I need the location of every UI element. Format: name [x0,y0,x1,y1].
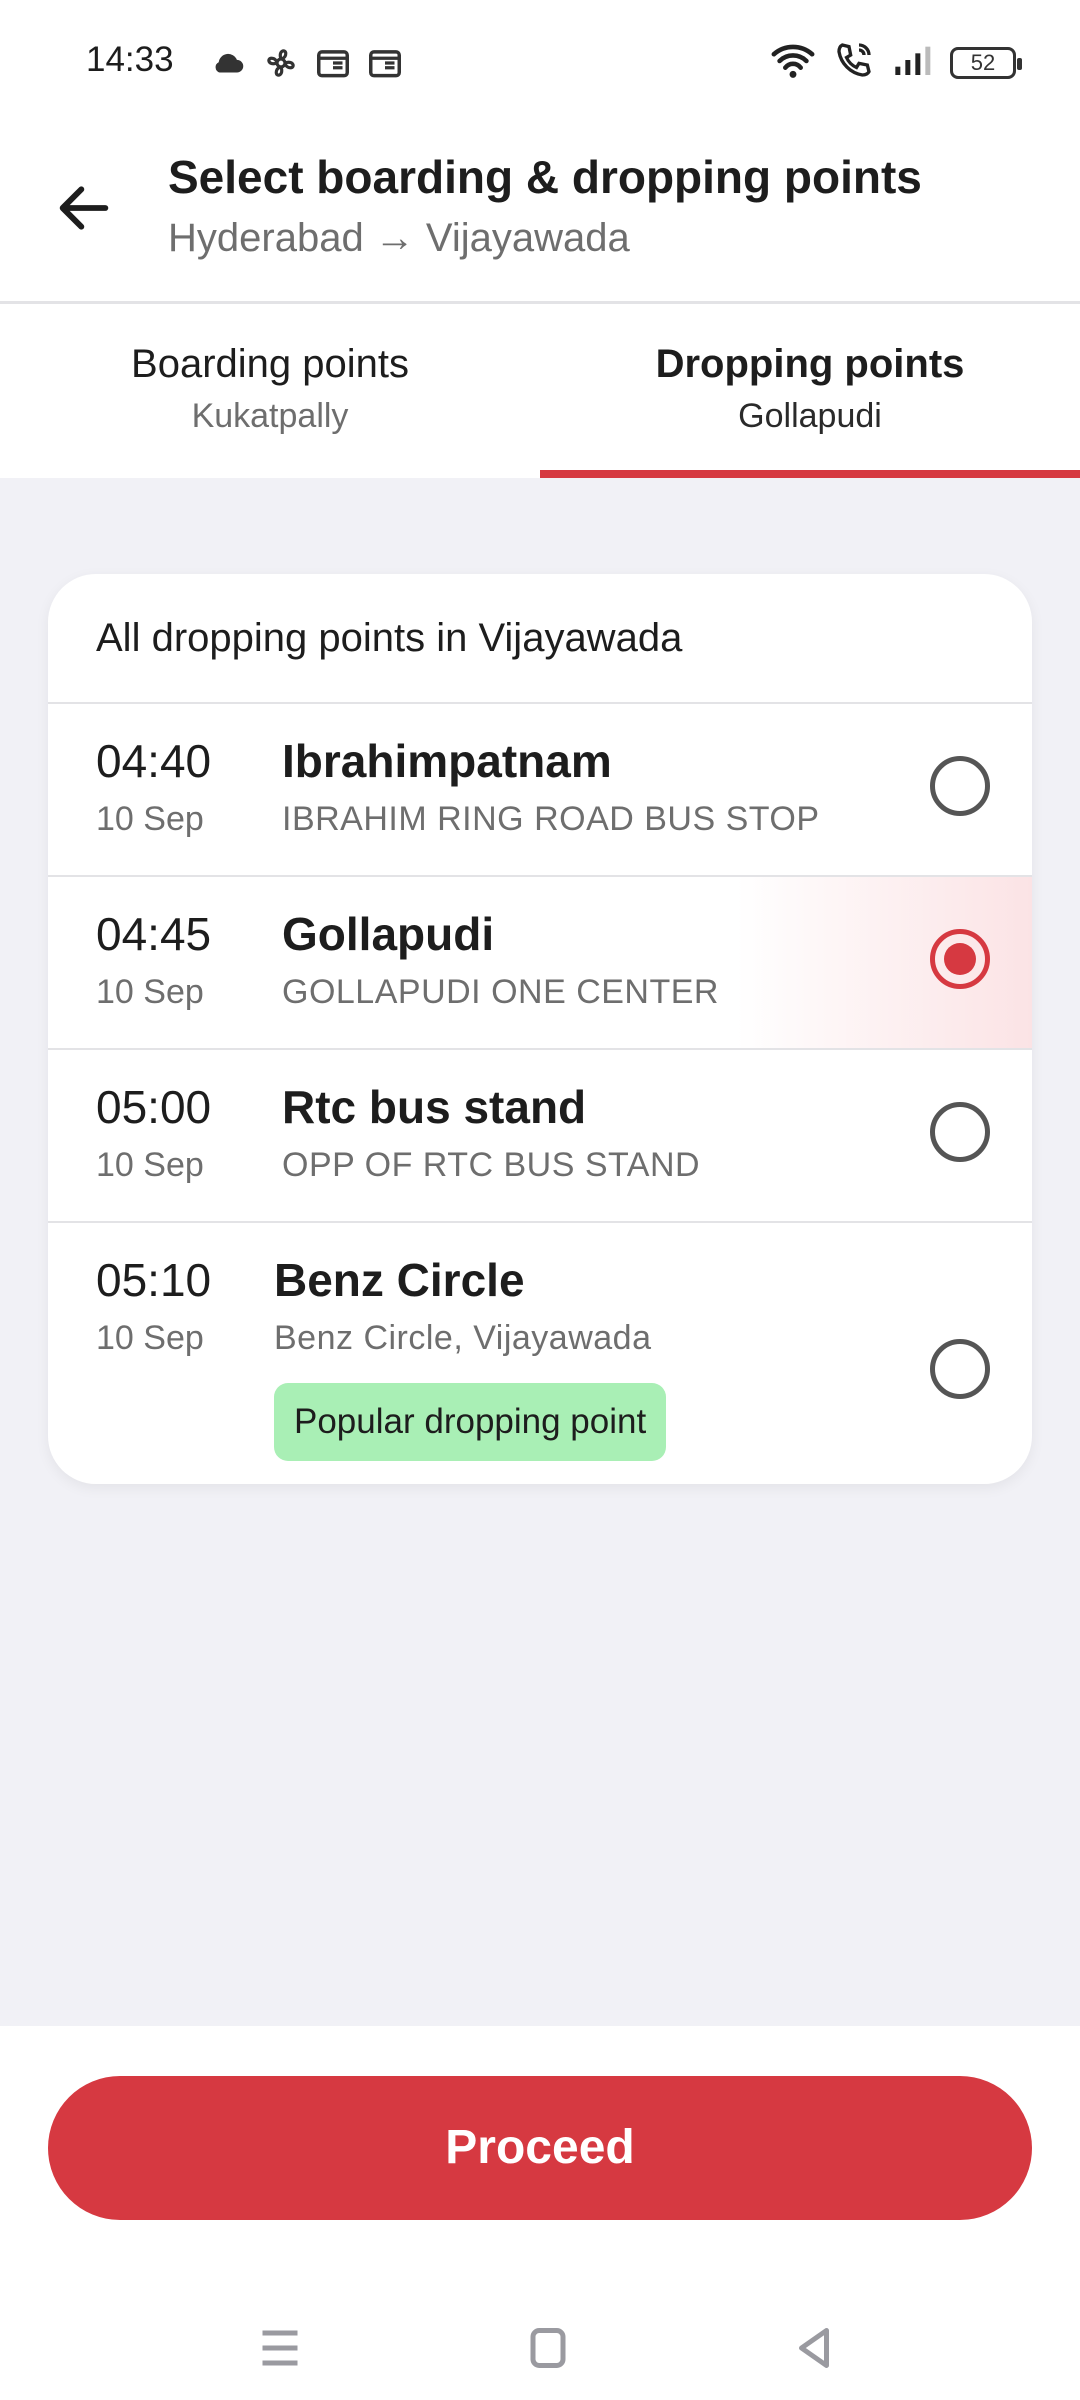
back-triangle-icon[interactable] [784,2320,844,2376]
tab-bar: Boarding points Kukatpally Dropping poin… [0,304,1080,478]
point-name: Ibrahimpatnam [282,735,612,787]
route-subtitle: Hyderabad → Vijayawada [168,216,630,260]
radio-button-selected[interactable] [930,929,990,989]
tab-label: Dropping points [655,342,965,386]
point-time: 04:45 [96,908,212,960]
tab-selected-point: Gollapudi [738,397,882,435]
dropping-point-row[interactable]: 04:45 10 Sep Gollapudi GOLLAPUDI ONE CEN… [48,877,1032,1050]
point-date: 10 Sep [96,1319,204,1357]
status-time: 14:33 [86,40,174,79]
point-address: IBRAHIM RING ROAD BUS STOP [282,800,820,838]
menu-icon[interactable] [250,2320,310,2376]
cloud-icon [210,44,248,82]
battery-indicator: 52 [950,46,1022,79]
bottom-bar: Proceed [0,2026,1080,2400]
page-title: Select boarding & dropping points [168,151,922,203]
dropping-point-row[interactable]: 04:40 10 Sep Ibrahimpatnam IBRAHIM RING … [48,704,1032,877]
dropping-point-row[interactable]: 05:10 10 Sep Benz Circle Benz Circle, Vi… [48,1223,1032,1483]
radio-button[interactable] [930,756,990,816]
point-date: 10 Sep [96,973,204,1011]
call-icon [834,40,874,85]
point-name: Gollapudi [282,908,495,960]
radio-button[interactable] [930,1102,990,1162]
tab-boarding-points[interactable]: Boarding points Kukatpally [0,304,540,478]
point-time: 05:00 [96,1081,212,1133]
fan-icon [262,44,300,82]
point-date: 10 Sep [96,800,204,838]
point-time: 05:10 [96,1254,212,1306]
point-name: Rtc bus stand [282,1081,587,1133]
point-address: GOLLAPUDI ONE CENTER [282,973,719,1011]
wifi-icon [770,40,816,85]
card-header: All dropping points in Vijayawada [48,574,1032,704]
page-header: Select boarding & dropping points Hydera… [0,128,1080,304]
notification-icons [210,44,404,82]
dropping-points-card: All dropping points in Vijayawada 04:40 … [48,574,1032,1484]
point-address: Benz Circle, Vijayawada [274,1319,652,1357]
active-tab-indicator [540,470,1080,478]
point-date: 10 Sep [96,1146,204,1184]
back-button[interactable] [52,176,116,240]
calendar-icon [366,44,404,82]
card-title: All dropping points in Vijayawada [96,616,683,660]
popular-badge: Popular dropping point [274,1383,667,1461]
calendar-icon [314,44,352,82]
radio-button[interactable] [930,1339,990,1399]
home-icon[interactable] [518,2320,578,2376]
tab-label: Boarding points [131,342,409,386]
signal-icon [892,42,932,83]
arrow-left-icon [59,186,109,230]
dropping-point-row[interactable]: 05:00 10 Sep Rtc bus stand OPP OF RTC BU… [48,1050,1032,1223]
point-name: Benz Circle [274,1254,525,1306]
point-address: OPP OF RTC BUS STAND [282,1146,701,1184]
point-time: 04:40 [96,735,212,787]
system-icons: 52 [770,40,1022,85]
tab-dropping-points[interactable]: Dropping points Gollapudi [540,304,1080,478]
proceed-button[interactable]: Proceed [48,2076,1032,2220]
system-nav-bar [0,2296,1080,2400]
tab-selected-point: Kukatpally [191,397,349,435]
status-bar: 14:33 52 [0,0,1080,128]
